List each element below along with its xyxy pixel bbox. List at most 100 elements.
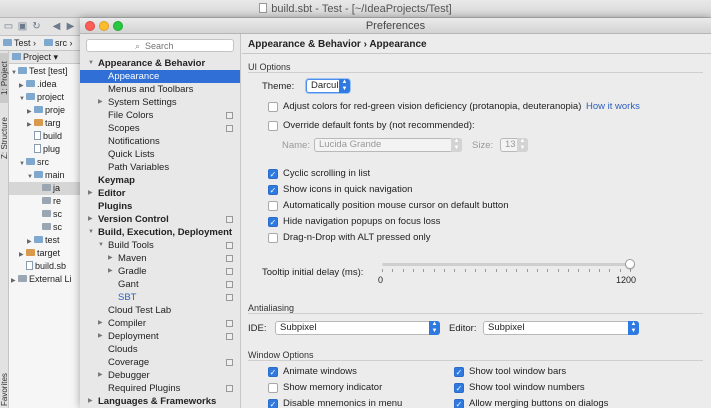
override-fonts-checkbox[interactable]	[268, 121, 278, 131]
back-icon[interactable]: ◀	[51, 21, 62, 32]
expanded-arrow-icon[interactable]: ▼	[98, 239, 104, 252]
project-tree-item[interactable]: ▼ main	[9, 169, 80, 182]
project-tree-item[interactable]: re	[9, 195, 80, 208]
settings-search-input[interactable]	[145, 40, 230, 51]
adjust-colors-checkbox-row[interactable]: Adjust colors for red-green vision defic…	[268, 101, 628, 113]
collapsed-arrow-icon[interactable]: ▶	[11, 275, 18, 288]
project-tree-item[interactable]: sc	[9, 221, 80, 234]
theme-select[interactable]: Darcula ▲ ▼	[306, 79, 350, 93]
settings-nav-maven[interactable]: ▶ Maven	[80, 252, 240, 265]
project-tree-item[interactable]: ▶ targ	[9, 117, 80, 130]
collapsed-arrow-icon[interactable]: ▶	[88, 213, 93, 226]
settings-nav-notifications[interactable]: Notifications	[80, 135, 240, 148]
crumb-test[interactable]: Test ›	[1, 38, 38, 49]
settings-nav-system-settings[interactable]: ▶ System Settings	[80, 96, 240, 109]
drag-n-drop-with-alt-pressed-only-checkbox[interactable]	[268, 233, 278, 243]
adjust-colors-checkbox[interactable]	[268, 102, 278, 112]
override-fonts-checkbox-row[interactable]: Override default fonts by (not recommend…	[268, 120, 568, 132]
settings-nav-deployment[interactable]: ▶ Deployment	[80, 330, 240, 343]
cyclic-scrolling-in-list-checkbox[interactable]: ✓	[268, 169, 278, 179]
open-folder-icon[interactable]: ▭	[3, 21, 14, 32]
project-tree-item[interactable]: sc	[9, 208, 80, 221]
show-tool-window-numbers-checkbox-row[interactable]: ✓ Show tool window numbers	[454, 382, 644, 394]
collapsed-arrow-icon[interactable]: ▶	[98, 330, 103, 343]
drag-n-drop-with-alt-pressed-only-checkbox-row[interactable]: Drag-n-Drop with ALT pressed only	[268, 232, 458, 244]
how-it-works-link[interactable]: How it works	[586, 101, 640, 112]
show-icons-in-quick-navigation-checkbox[interactable]: ✓	[268, 185, 278, 195]
settings-search[interactable]: ⌕	[86, 39, 234, 52]
show-tool-window-bars-checkbox[interactable]: ✓	[454, 367, 464, 377]
settings-nav-appearance[interactable]: Appearance	[80, 70, 240, 83]
settings-nav-compiler[interactable]: ▶ Compiler	[80, 317, 240, 330]
project-view-selector[interactable]: Project ▾	[12, 52, 58, 63]
project-tree-item[interactable]: plug	[9, 143, 80, 156]
settings-nav-plugins[interactable]: Plugins	[80, 200, 240, 213]
save-icon[interactable]: ▣	[17, 21, 28, 32]
tooltip-delay-slider-track[interactable]	[382, 263, 630, 266]
hide-navigation-popups-on-focus-loss-checkbox-row[interactable]: ✓ Hide navigation popups on focus loss	[268, 216, 458, 228]
allow-merging-buttons-on-dialogs-checkbox-row[interactable]: ✓ Allow merging buttons on dialogs	[454, 398, 644, 408]
ide-aa-select[interactable]: Subpixel ▲ ▼	[275, 321, 440, 335]
collapsed-arrow-icon[interactable]: ▶	[88, 395, 93, 408]
side-tab-structure[interactable]: Z: Structure	[0, 108, 9, 168]
project-tree-item[interactable]: ▶ .idea	[9, 78, 80, 91]
collapsed-arrow-icon[interactable]: ▶	[98, 96, 103, 109]
project-tree-item[interactable]: ▼ Test [test]	[9, 65, 80, 78]
forward-icon[interactable]: ▶	[65, 21, 76, 32]
settings-nav-coverage[interactable]: Coverage	[80, 356, 240, 369]
automatically-position-mouse-cursor-on-default-button-checkbox[interactable]	[268, 201, 278, 211]
side-tab-favorites[interactable]: Favorites	[0, 371, 9, 408]
animate-windows-checkbox-row[interactable]: ✓ Animate windows	[268, 366, 458, 378]
crumb-src[interactable]: src ›	[42, 38, 75, 49]
font-name-select[interactable]: Lucida Grande ▲ ▼	[314, 138, 462, 152]
show-memory-indicator-checkbox-row[interactable]: Show memory indicator	[268, 382, 458, 394]
settings-nav-sbt[interactable]: SBT	[80, 291, 240, 304]
project-tree-item[interactable]: ▶ External Li	[9, 273, 80, 286]
sync-icon[interactable]: ↻	[31, 21, 42, 32]
settings-nav-path-variables[interactable]: Path Variables	[80, 161, 240, 174]
settings-nav-cloud-test-lab[interactable]: Cloud Test Lab	[80, 304, 240, 317]
expanded-arrow-icon[interactable]: ▼	[88, 57, 94, 70]
show-memory-indicator-checkbox[interactable]	[268, 383, 278, 393]
show-tool-window-bars-checkbox-row[interactable]: ✓ Show tool window bars	[454, 366, 644, 378]
allow-merging-buttons-on-dialogs-checkbox[interactable]: ✓	[454, 399, 464, 408]
project-tree-item[interactable]: build	[9, 130, 80, 143]
tooltip-delay-slider-thumb[interactable]	[625, 259, 635, 269]
show-icons-in-quick-navigation-checkbox-row[interactable]: ✓ Show icons in quick navigation	[268, 184, 458, 196]
project-tree-item[interactable]: ▶ proje	[9, 104, 80, 117]
settings-nav-editor[interactable]: ▶ Editor	[80, 187, 240, 200]
show-tool-window-numbers-checkbox[interactable]: ✓	[454, 383, 464, 393]
project-tree-item[interactable]: ▶ target	[9, 247, 80, 260]
project-tree-item[interactable]: ▶ test	[9, 234, 80, 247]
animate-windows-checkbox[interactable]: ✓	[268, 367, 278, 377]
settings-nav-build-tools[interactable]: ▼ Build Tools	[80, 239, 240, 252]
collapsed-arrow-icon[interactable]: ▶	[108, 252, 113, 265]
settings-nav-gradle[interactable]: ▶ Gradle	[80, 265, 240, 278]
settings-nav-required-plugins[interactable]: Required Plugins	[80, 382, 240, 395]
project-tree-item[interactable]: build.sb	[9, 260, 80, 273]
settings-nav-gant[interactable]: Gant	[80, 278, 240, 291]
project-tree-item[interactable]: ▼ src	[9, 156, 80, 169]
settings-nav-build-execution-deployment[interactable]: ▼ Build, Execution, Deployment	[80, 226, 240, 239]
expanded-arrow-icon[interactable]: ▼	[88, 226, 94, 239]
settings-nav-debugger[interactable]: ▶ Debugger	[80, 369, 240, 382]
settings-nav-clouds[interactable]: Clouds	[80, 343, 240, 356]
settings-nav-quick-lists[interactable]: Quick Lists	[80, 148, 240, 161]
editor-aa-select[interactable]: Subpixel ▲ ▼	[483, 321, 639, 335]
automatically-position-mouse-cursor-on-default-button-checkbox-row[interactable]: Automatically position mouse cursor on d…	[268, 200, 509, 212]
settings-nav-appearance-behavior[interactable]: ▼ Appearance & Behavior	[80, 57, 240, 70]
collapsed-arrow-icon[interactable]: ▶	[98, 369, 103, 382]
settings-nav-scopes[interactable]: Scopes	[80, 122, 240, 135]
project-tree-item[interactable]: ▼ project	[9, 91, 80, 104]
cyclic-scrolling-in-list-checkbox-row[interactable]: ✓ Cyclic scrolling in list	[268, 168, 458, 180]
settings-nav-keymap[interactable]: Keymap	[80, 174, 240, 187]
settings-nav-version-control[interactable]: ▶ Version Control	[80, 213, 240, 226]
disable-mnemonics-in-menu-checkbox-row[interactable]: ✓ Disable mnemonics in menu	[268, 398, 458, 408]
font-size-select[interactable]: 13 ▲ ▼	[500, 138, 528, 152]
collapsed-arrow-icon[interactable]: ▶	[88, 187, 93, 200]
settings-nav-menus-and-toolbars[interactable]: Menus and Toolbars	[80, 83, 240, 96]
collapsed-arrow-icon[interactable]: ▶	[98, 317, 103, 330]
settings-nav-languages-frameworks[interactable]: ▶ Languages & Frameworks	[80, 395, 240, 408]
disable-mnemonics-in-menu-checkbox[interactable]: ✓	[268, 399, 278, 408]
project-tree-item[interactable]: ja	[9, 182, 80, 195]
